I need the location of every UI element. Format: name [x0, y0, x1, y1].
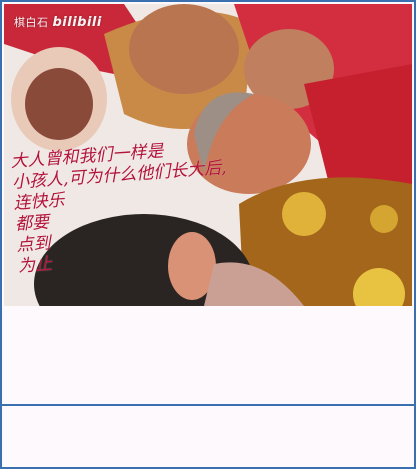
bilibili-watermark: 棋白石 bilibili [14, 14, 102, 30]
handwritten-caption: 大人曾和我们一样是 小孩人,可为什么他们长大后, 连快乐 都要 点到 为止 [10, 135, 258, 277]
bilibili-logo: bilibili [52, 15, 102, 30]
watermark-channel: 棋白石 [14, 16, 49, 29]
empty-content-area [4, 306, 412, 404]
group-photo: 棋白石 bilibili 大人曾和我们一样是 小孩人,可为什么他们长大后, 连快乐… [4, 4, 412, 306]
viewer-frame: 棋白石 bilibili 大人曾和我们一样是 小孩人,可为什么他们长大后, 连快乐… [0, 0, 416, 469]
lower-panel [4, 406, 412, 467]
